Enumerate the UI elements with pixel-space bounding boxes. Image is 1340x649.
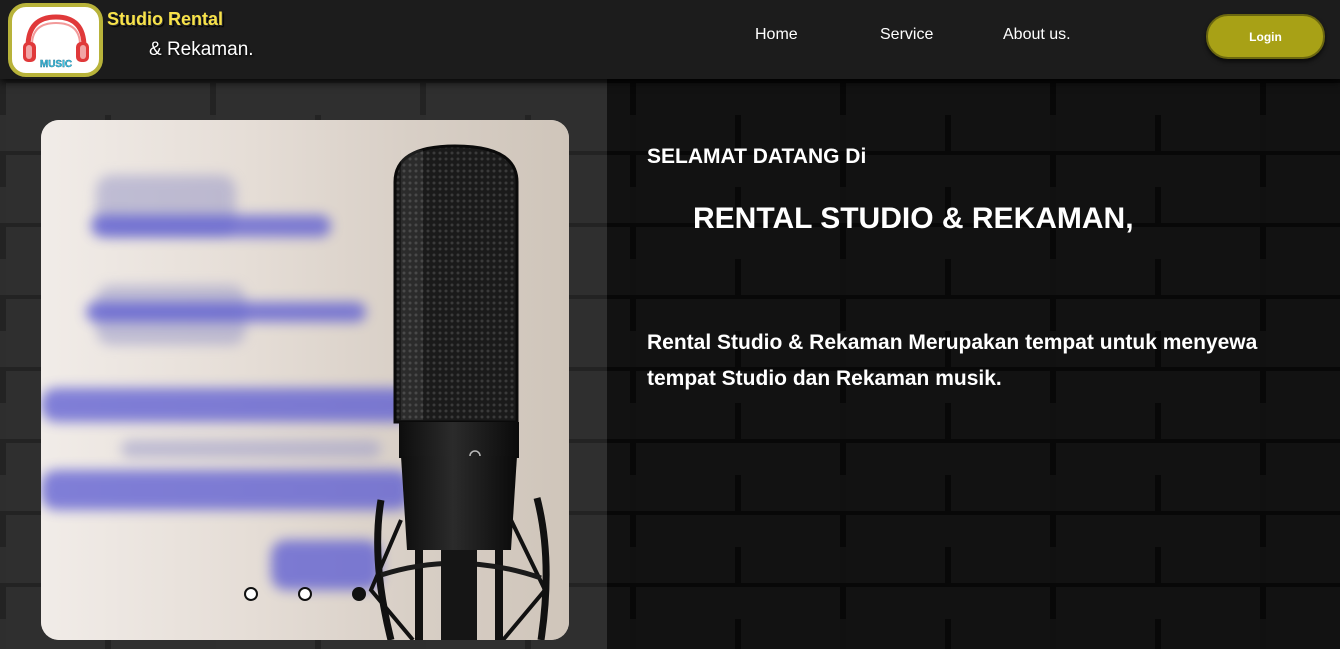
hero-description: Rental Studio & Rekaman Merupakan tempat… [647,331,1258,390]
image-carousel[interactable] [41,120,569,640]
brand-subtitle: & Rekaman. [149,39,254,60]
headphones-icon: MUSIC [22,14,89,70]
carousel-indicator-2[interactable] [298,587,312,601]
hero-section: SELAMAT DATANG Di RENTAL STUDIO & REKAMA… [0,79,1340,649]
logo-text: MUSIC [39,59,71,70]
microphone-icon [368,144,550,640]
login-button[interactable]: Login [1206,14,1325,59]
carousel-indicator-1[interactable] [244,587,258,601]
welcome-text: SELAMAT DATANG Di [647,145,867,168]
nav-home-link[interactable]: Home [755,26,798,44]
brand-name: Studio Rental [107,9,223,29]
brand-logo[interactable]: MUSIC [8,3,103,77]
nav-about-link[interactable]: About us. [1003,26,1071,44]
hero-headline: RENTAL STUDIO & REKAMAN, [693,202,1134,235]
carousel-indicator-3[interactable] [352,587,366,601]
nav-service-link[interactable]: Service [880,26,933,44]
top-navbar: MUSIC Studio Rental & Rekaman. Home Serv… [0,0,1340,79]
